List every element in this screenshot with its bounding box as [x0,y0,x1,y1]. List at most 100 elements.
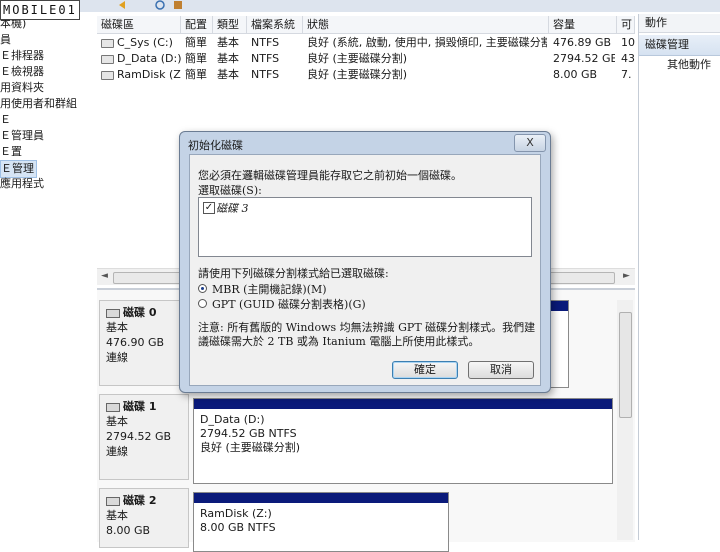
disk-select-list[interactable]: ✓ 磁碟 3 [198,197,532,257]
scroll-right-icon[interactable]: ► [623,271,630,281]
volume-status: 良好 (系統, 啟動, 使用中, 損毀傾印, 主要磁碟分割) [307,36,547,49]
volume-fs: NTFS [251,68,280,81]
col-layout[interactable]: 配置 [181,16,213,33]
tree-item-tools[interactable]: 員 [0,32,11,48]
disk-icon [106,402,120,412]
partition-label: D_Data (D:) [200,413,265,426]
volume-capacity: 8.00 GB [553,68,598,81]
volume-capacity: 2794.52 GB [553,52,615,65]
actions-title: 動作 [639,14,720,33]
volume-fs: NTFS [251,52,280,65]
disk-view-vscroll[interactable] [617,300,633,540]
volume-layout: 簡單 [185,52,207,65]
disk-3-label[interactable]: 磁碟 3 [216,200,249,216]
volume-layout: 簡單 [185,36,207,49]
partition-status: 良好 (主要磁碟分割) [200,441,301,454]
partition-size: 2794.52 GB NTFS [200,427,297,440]
tree-item-services-apps[interactable]: 應用程式 [0,176,44,192]
tree-item-event-viewer[interactable]: Ｅ檢視器 [0,64,44,80]
dialog-body: 您必須在邏輯磁碟管理員能存取它之前初始一個磁碟。 選取磁碟(S): ✓ 磁碟 3… [189,154,541,386]
tree-item-performance[interactable]: Ｅ [0,112,11,128]
volume-name-cell: RamDisk (Z:) [101,67,181,83]
drive-icon [101,38,114,48]
tree-item-local-users[interactable]: 用使用者和群組 [0,96,77,112]
volume-free: 10 [621,36,635,49]
tree-item-shared-folders[interactable]: 用資料夾 [0,80,44,96]
gpt-note: 注意: 所有舊版的 Windows 均無法辨識 GPT 磁碟分割樣式。我們建議磁… [198,321,536,348]
col-filesystem[interactable]: 檔案系統 [247,16,303,33]
disk-icon [106,308,120,318]
volume-free: 43 [621,52,635,65]
gpt-label[interactable]: GPT (GUID 磁碟分割表格)(G) [212,296,366,312]
gpt-radio[interactable] [198,299,207,308]
disk-0-size: 476.90 GB [106,336,165,349]
col-type[interactable]: 類型 [213,16,247,33]
volume-type: 基本 [217,36,239,49]
disk-2-label[interactable]: 磁碟 2 基本 8.00 GB [99,488,189,548]
select-disk-label: 選取磁碟(S): [198,184,262,197]
disk-icon [106,496,120,506]
disk-2-name: 磁碟 2 [123,494,157,507]
volume-name: RamDisk (Z:) [117,68,181,81]
partition-bar [194,493,448,503]
disk-0-type: 基本 [106,321,128,334]
tree-item-device-manager[interactable]: Ｅ管理員 [0,128,44,144]
ok-button[interactable]: 確定 [392,361,458,379]
volume-name: D_Data (D:) [117,52,181,65]
disk-1-label[interactable]: 磁碟 1 基本 2794.52 GB 連線 [99,394,189,480]
close-button[interactable]: X [514,134,546,152]
actions-pane: 動作 磁碟管理 其他動作 [638,14,720,540]
col-volume[interactable]: 磁碟區 [97,16,181,33]
drive-icon [101,54,114,64]
volume-status: 良好 (主要磁碟分割) [307,68,408,81]
disk-1-size: 2794.52 GB [106,430,172,443]
disk-2-type: 基本 [106,509,128,522]
disk-0-state: 連線 [106,351,128,364]
table-row[interactable]: RamDisk (Z:) 簡單 基本 NTFS 良好 (主要磁碟分割) 8.00… [97,67,635,83]
toolbar [0,0,720,12]
dialog-title: 初始化磁碟 [188,139,243,152]
watermark-text: MOBILE01 [3,3,77,17]
partition-bar [194,399,612,409]
volume-layout: 簡單 [185,68,207,81]
initialize-disk-dialog: 初始化磁碟 X 您必須在邏輯磁碟管理員能存取它之前初始一個磁碟。 選取磁碟(S)… [179,131,551,393]
disk-1-type: 基本 [106,415,128,428]
watermark-logo: MOBILE01 [0,0,80,20]
volume-name-cell: C_Sys (C:) [101,35,181,51]
disk-0-label[interactable]: 磁碟 0 基本 476.90 GB 連線 [99,300,189,386]
col-status[interactable]: 狀態 [303,16,549,33]
volume-type: 基本 [217,68,239,81]
volume-list-header: 磁碟區 配置 類型 檔案系統 狀態 容量 可 [97,16,635,34]
disk-1-name: 磁碟 1 [123,400,157,413]
disk-3-checkbox[interactable]: ✓ [203,202,215,214]
mbr-label[interactable]: MBR (主開機記錄)(M) [212,281,327,297]
console-tree: 本機) 員 Ｅ排程器 Ｅ檢視器 用資料夾 用使用者和群組 Ｅ Ｅ管理員 Ｅ置 Ｅ… [0,14,95,540]
volume-name-cell: D_Data (D:) [101,51,181,67]
close-icon: X [526,136,534,149]
volume-fs: NTFS [251,36,280,49]
disk-1-partition[interactable]: D_Data (D:) 2794.52 GB NTFS 良好 (主要磁碟分割) [193,398,613,484]
tree-item-storage[interactable]: Ｅ置 [0,144,22,160]
volume-status: 良好 (主要磁碟分割) [307,52,408,65]
volume-free: 7. [621,68,632,81]
actions-section-disk-management[interactable]: 磁碟管理 [639,35,720,56]
volume-type: 基本 [217,52,239,65]
partition-style-label: 請使用下列磁碟分割樣式給已選取磁碟: [198,267,389,280]
disk-2-size: 8.00 GB [106,524,151,537]
refresh-icon[interactable] [154,0,166,10]
settings-icon[interactable] [172,0,184,10]
tree-item-task-scheduler[interactable]: Ｅ排程器 [0,48,44,64]
scroll-left-icon[interactable]: ◄ [101,271,108,281]
col-free[interactable]: 可 [617,16,635,33]
back-icon[interactable] [118,0,130,10]
mbr-radio[interactable] [198,284,207,293]
table-row[interactable]: C_Sys (C:) 簡單 基本 NTFS 良好 (系統, 啟動, 使用中, 損… [97,35,635,51]
drive-icon [101,70,114,80]
col-capacity[interactable]: 容量 [549,16,617,33]
cancel-button[interactable]: 取消 [468,361,534,379]
partition-label: RamDisk (Z:) [200,507,272,520]
vscroll-thumb[interactable] [619,312,632,418]
disk-2-partition[interactable]: RamDisk (Z:) 8.00 GB NTFS [193,492,449,552]
table-row[interactable]: D_Data (D:) 簡單 基本 NTFS 良好 (主要磁碟分割) 2794.… [97,51,635,67]
actions-more[interactable]: 其他動作 [639,56,720,74]
